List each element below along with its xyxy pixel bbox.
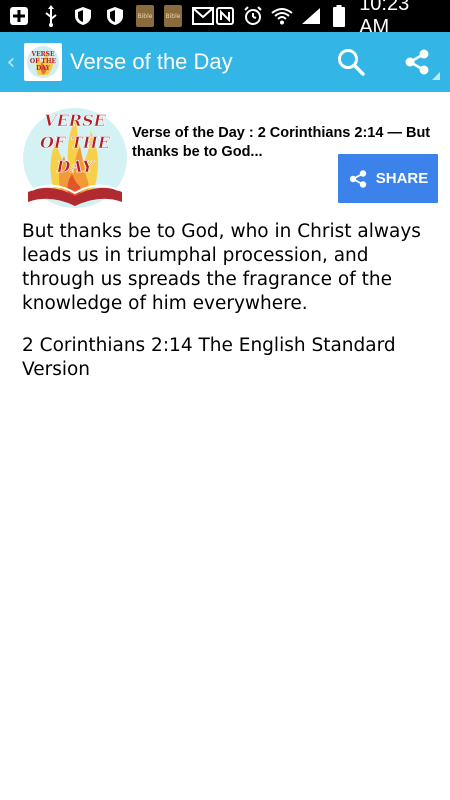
app-logo[interactable]: VERSE OF THE DAY bbox=[24, 43, 62, 81]
verse-text: But thanks be to God, who in Christ alwa… bbox=[22, 221, 421, 314]
signal-icon bbox=[300, 5, 322, 27]
image-text-line: DAY bbox=[56, 157, 95, 176]
image-text-line: VERSE bbox=[44, 111, 106, 130]
svg-text:DAY: DAY bbox=[36, 65, 51, 72]
nfc-icon bbox=[214, 5, 236, 27]
svg-text:VERSE: VERSE bbox=[30, 51, 55, 58]
share-icon bbox=[405, 49, 429, 75]
add-icon bbox=[8, 5, 30, 27]
search-button[interactable] bbox=[318, 32, 384, 92]
bible-app-icon: Bible bbox=[136, 5, 154, 27]
overflow-indicator bbox=[432, 72, 440, 80]
verse-of-the-day-image: VERSE OF THE DAY bbox=[23, 108, 127, 208]
image-text-line: OF THE bbox=[40, 133, 111, 152]
share-button[interactable]: SHARE bbox=[338, 154, 438, 203]
email-icon bbox=[192, 5, 214, 27]
shield-icon bbox=[104, 5, 126, 27]
verse-reference: 2 Corinthians 2:14 The English Standard … bbox=[22, 335, 396, 380]
status-bar: Bible Bible 10:23 AM bbox=[0, 0, 450, 38]
bible-app-icon: Bible bbox=[164, 5, 182, 27]
up-navigation-icon[interactable]: ‹ bbox=[2, 32, 20, 92]
share-button-label: SHARE bbox=[375, 170, 429, 187]
alarm-icon bbox=[243, 5, 265, 27]
shield-icon bbox=[72, 5, 94, 27]
svg-text:OF THE: OF THE bbox=[30, 58, 57, 65]
action-bar: ‹ VERSE OF THE DAY Verse of the Day bbox=[0, 32, 450, 92]
share-icon bbox=[349, 169, 366, 188]
battery-icon bbox=[329, 5, 351, 27]
app-title: Verse of the Day bbox=[70, 49, 233, 74]
verse-content: VERSE OF THE DAY Verse of the Day : 2 Co… bbox=[0, 92, 450, 800]
share-action-button[interactable] bbox=[384, 32, 450, 92]
search-icon bbox=[338, 49, 365, 76]
notification-icons: Bible Bible bbox=[8, 5, 214, 27]
verse-of-the-day-logo: VERSE OF THE DAY bbox=[27, 46, 59, 78]
usb-icon bbox=[40, 5, 62, 27]
wifi-icon bbox=[271, 5, 293, 27]
